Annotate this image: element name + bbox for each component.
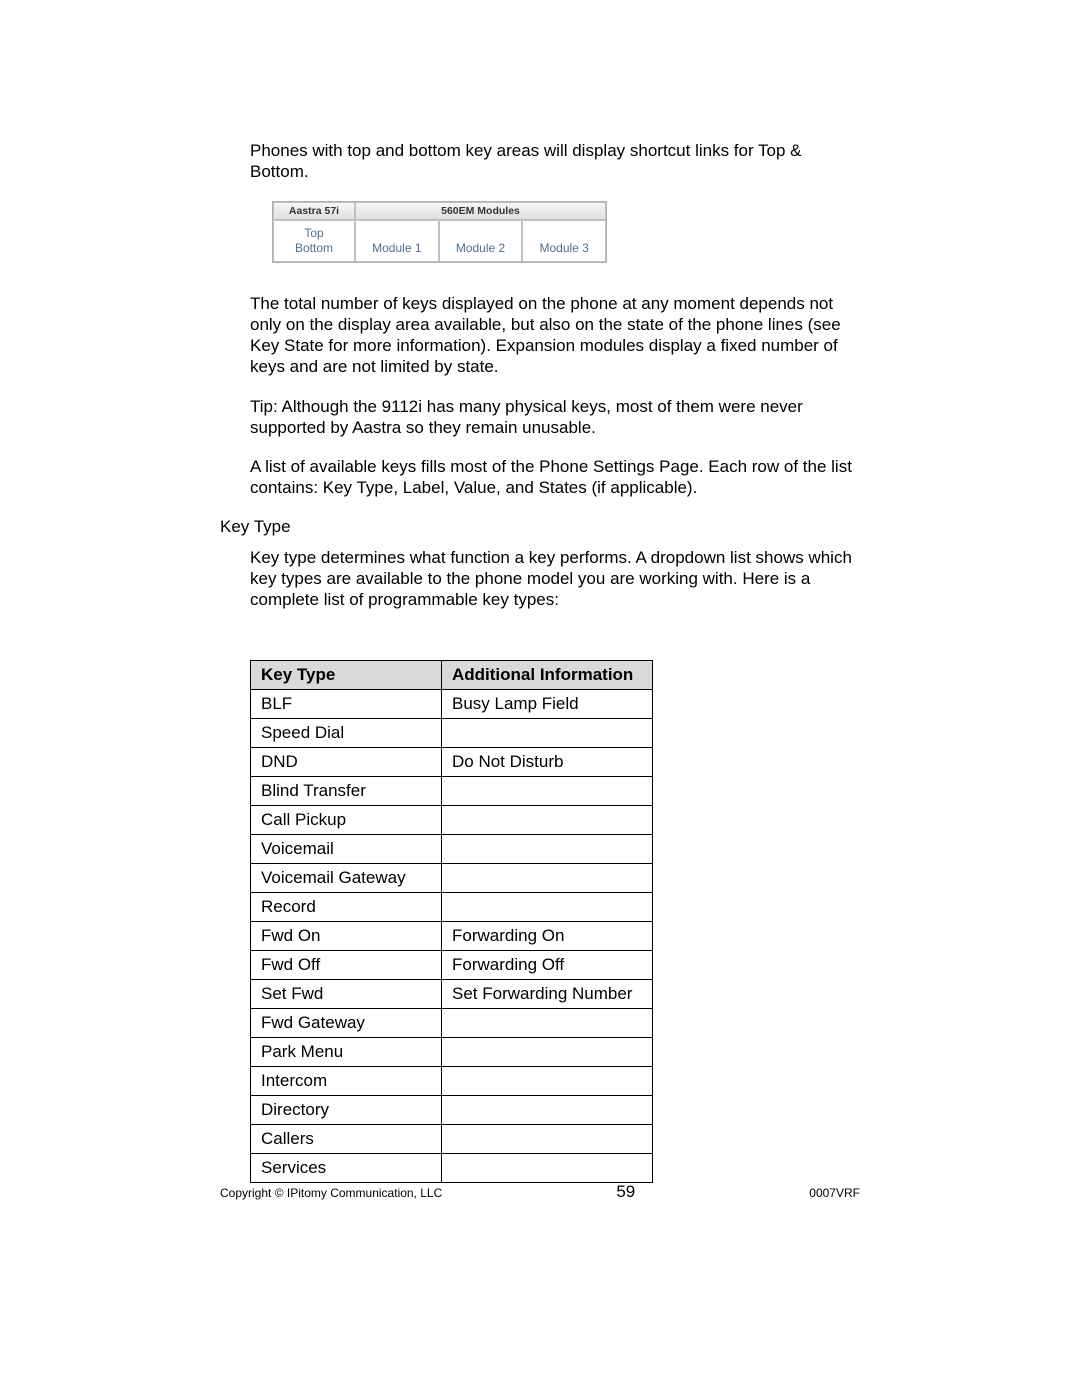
- cell-additional-info: [442, 719, 653, 748]
- cell-key-type: Callers: [251, 1125, 442, 1154]
- footer-page-number: 59: [616, 1182, 635, 1202]
- table-row: Intercom: [251, 1067, 653, 1096]
- cell-additional-info: [442, 806, 653, 835]
- module-hdr-left: Aastra 57i: [273, 202, 355, 220]
- cell-key-type: Set Fwd: [251, 980, 442, 1009]
- cell-key-type: Fwd Off: [251, 951, 442, 980]
- cell-key-type: Directory: [251, 1096, 442, 1125]
- cell-key-type: BLF: [251, 690, 442, 719]
- page-footer: Copyright © IPitomy Communication, LLC 5…: [0, 1182, 1080, 1202]
- cell-key-type: Park Menu: [251, 1038, 442, 1067]
- cell-additional-info: [442, 1067, 653, 1096]
- module-box: Aastra 57i 560EM Modules Top Bottom Modu…: [272, 201, 607, 263]
- table-row: Callers: [251, 1125, 653, 1154]
- cell-key-type: Services: [251, 1154, 442, 1183]
- table-row: Speed Dial: [251, 719, 653, 748]
- module-left-cell: Top Bottom: [273, 220, 355, 262]
- cell-additional-info: Busy Lamp Field: [442, 690, 653, 719]
- cell-key-type: Speed Dial: [251, 719, 442, 748]
- cell-key-type: Record: [251, 893, 442, 922]
- footer-doc-id: 0007VRF: [809, 1186, 860, 1200]
- cell-key-type: Voicemail: [251, 835, 442, 864]
- module-2[interactable]: Module 2: [439, 220, 523, 262]
- cell-additional-info: [442, 1154, 653, 1183]
- paragraph-total-keys: The total number of keys displayed on th…: [250, 293, 860, 378]
- paragraph-tip-9112i: Tip: Although the 9112i has many physica…: [250, 396, 860, 439]
- cell-additional-info: Set Forwarding Number: [442, 980, 653, 1009]
- module-left-top[interactable]: Top: [274, 226, 354, 241]
- cell-key-type: Fwd Gateway: [251, 1009, 442, 1038]
- paragraph-key-type-desc: Key type determines what function a key …: [250, 547, 860, 611]
- table-row: DNDDo Not Disturb: [251, 748, 653, 777]
- module-1[interactable]: Module 1: [355, 220, 439, 262]
- table-row: Park Menu: [251, 1038, 653, 1067]
- table-row: Blind Transfer: [251, 777, 653, 806]
- cell-key-type: DND: [251, 748, 442, 777]
- table-row: Fwd Gateway: [251, 1009, 653, 1038]
- th-additional-info: Additional Information: [442, 661, 653, 690]
- table-row: Fwd OnForwarding On: [251, 922, 653, 951]
- table-header-row: Key Type Additional Information: [251, 661, 653, 690]
- table-row: Voicemail: [251, 835, 653, 864]
- cell-key-type: Voicemail Gateway: [251, 864, 442, 893]
- cell-key-type: Call Pickup: [251, 806, 442, 835]
- table-row: Directory: [251, 1096, 653, 1125]
- module-3[interactable]: Module 3: [522, 220, 606, 262]
- cell-additional-info: [442, 893, 653, 922]
- key-types-tbody: BLFBusy Lamp FieldSpeed DialDNDDo Not Di…: [251, 690, 653, 1183]
- cell-additional-info: [442, 1125, 653, 1154]
- cell-key-type: Intercom: [251, 1067, 442, 1096]
- cell-additional-info: [442, 1038, 653, 1067]
- module-hdr-right: 560EM Modules: [355, 202, 606, 220]
- cell-additional-info: Forwarding On: [442, 922, 653, 951]
- table-row: Services: [251, 1154, 653, 1183]
- page: Phones with top and bottom key areas wil…: [0, 0, 1080, 1397]
- table-row: BLFBusy Lamp Field: [251, 690, 653, 719]
- table-row: Fwd OffForwarding Off: [251, 951, 653, 980]
- cell-additional-info: [442, 864, 653, 893]
- th-key-type: Key Type: [251, 661, 442, 690]
- paragraph-key-list: A list of available keys fills most of t…: [250, 456, 860, 499]
- module-left-bottom[interactable]: Bottom: [274, 241, 354, 256]
- cell-additional-info: [442, 1009, 653, 1038]
- cell-additional-info: [442, 1096, 653, 1125]
- cell-key-type: Blind Transfer: [251, 777, 442, 806]
- cell-additional-info: [442, 777, 653, 806]
- table-row: Voicemail Gateway: [251, 864, 653, 893]
- footer-copyright: Copyright © IPitomy Communication, LLC: [220, 1186, 442, 1200]
- paragraph-top-bottom: Phones with top and bottom key areas wil…: [250, 140, 860, 183]
- table-row: Call Pickup: [251, 806, 653, 835]
- cell-additional-info: [442, 835, 653, 864]
- body-column: Phones with top and bottom key areas wil…: [250, 140, 860, 1183]
- table-row: Set FwdSet Forwarding Number: [251, 980, 653, 1009]
- cell-key-type: Fwd On: [251, 922, 442, 951]
- key-types-table: Key Type Additional Information BLFBusy …: [250, 660, 653, 1183]
- cell-additional-info: Forwarding Off: [442, 951, 653, 980]
- cell-additional-info: Do Not Disturb: [442, 748, 653, 777]
- section-label-key-type: Key Type: [220, 517, 860, 537]
- table-row: Record: [251, 893, 653, 922]
